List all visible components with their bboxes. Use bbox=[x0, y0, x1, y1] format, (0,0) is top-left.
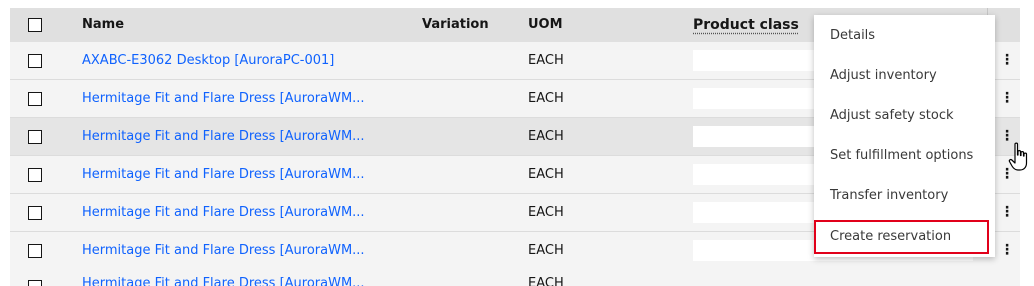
row-name-link[interactable]: AXABC-E3062 Desktop [AuroraPC-001] bbox=[82, 42, 334, 79]
row-name-link[interactable]: Hermitage Fit and Flare Dress [AuroraWM.… bbox=[82, 156, 365, 193]
column-header-uom[interactable]: UOM bbox=[528, 8, 563, 42]
row-uom: EACH bbox=[528, 243, 564, 258]
row-checkbox[interactable] bbox=[28, 206, 42, 220]
column-header-variation[interactable]: Variation bbox=[422, 8, 489, 42]
row-checkbox[interactable] bbox=[28, 54, 42, 68]
menu-item-create-reservation[interactable]: Create reservation bbox=[814, 220, 989, 254]
row-checkbox[interactable] bbox=[28, 244, 42, 258]
column-header-name[interactable]: Name bbox=[82, 8, 124, 42]
row-name-link[interactable]: Hermitage Fit and Flare Dress [AuroraWM.… bbox=[82, 276, 365, 286]
menu-item-adjust-inventory[interactable]: Adjust inventory bbox=[814, 56, 995, 96]
row-name-link[interactable]: Hermitage Fit and Flare Dress [AuroraWM.… bbox=[82, 232, 365, 269]
hand-pointer-cursor-icon bbox=[1008, 142, 1028, 171]
column-header-product-class[interactable]: Product class bbox=[693, 8, 799, 42]
row-uom: EACH bbox=[528, 129, 564, 144]
overflow-menu-icon[interactable]: ⋮ bbox=[1000, 232, 1014, 269]
row-uom: EACH bbox=[528, 53, 564, 68]
row-uom: EACH bbox=[528, 276, 564, 286]
row-name-link[interactable]: Hermitage Fit and Flare Dress [AuroraWM.… bbox=[82, 194, 365, 231]
row-checkbox[interactable] bbox=[28, 168, 42, 182]
row-uom: EACH bbox=[528, 205, 564, 220]
row-overflow-menu: Details Adjust inventory Adjust safety s… bbox=[814, 15, 995, 257]
overflow-menu-icon[interactable]: ⋮ bbox=[1000, 42, 1014, 79]
row-checkbox[interactable] bbox=[28, 130, 42, 144]
row-name-link[interactable]: Hermitage Fit and Flare Dress [AuroraWM.… bbox=[82, 118, 365, 155]
table-row[interactable]: Hermitage Fit and Flare Dress [AuroraWM.… bbox=[10, 268, 1020, 286]
menu-item-adjust-safety-stock[interactable]: Adjust safety stock bbox=[814, 96, 995, 136]
menu-item-details[interactable]: Details bbox=[814, 16, 995, 56]
overflow-menu-icon[interactable]: ⋮ bbox=[1000, 80, 1014, 117]
row-uom: EACH bbox=[528, 167, 564, 182]
row-checkbox[interactable] bbox=[28, 280, 42, 286]
row-uom: EACH bbox=[528, 91, 564, 106]
select-all-checkbox[interactable] bbox=[28, 18, 42, 32]
menu-item-transfer-inventory[interactable]: Transfer inventory bbox=[814, 176, 995, 216]
menu-item-set-fulfillment-options[interactable]: Set fulfillment options bbox=[814, 136, 995, 176]
overflow-menu-icon[interactable]: ⋮ bbox=[1000, 194, 1014, 231]
row-name-link[interactable]: Hermitage Fit and Flare Dress [AuroraWM.… bbox=[82, 80, 365, 117]
row-checkbox[interactable] bbox=[28, 92, 42, 106]
